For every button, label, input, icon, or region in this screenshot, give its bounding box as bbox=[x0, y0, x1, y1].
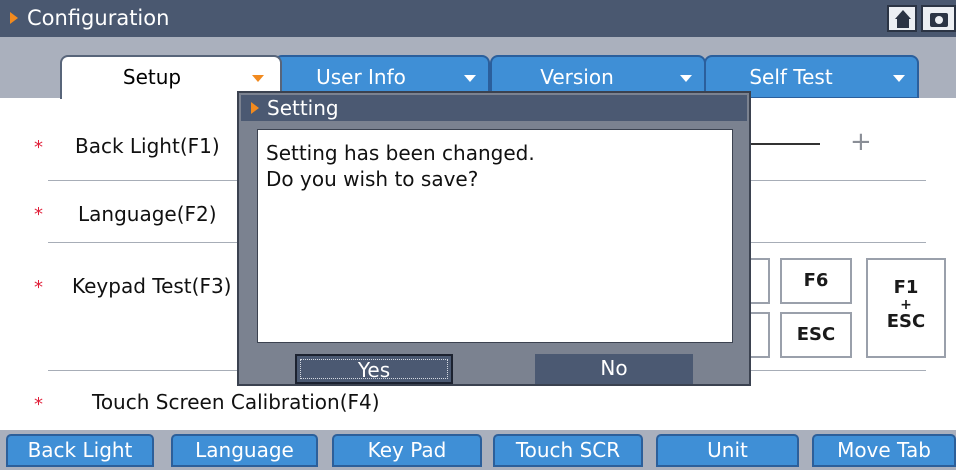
setting-label-language[interactable]: Language(F2) bbox=[78, 202, 217, 226]
key-f1-label: F1 bbox=[893, 277, 919, 298]
setting-label-backlight[interactable]: Back Light(F1) bbox=[75, 134, 220, 158]
dialog-message-line: Do you wish to save? bbox=[266, 167, 479, 191]
required-marker: * bbox=[34, 277, 43, 298]
window-title: Configuration bbox=[27, 6, 170, 30]
tab-label: Setup bbox=[122, 65, 182, 89]
title-arrow-icon bbox=[10, 12, 18, 24]
setting-label-keypad[interactable]: Keypad Test(F3) bbox=[72, 274, 231, 298]
required-marker: * bbox=[34, 137, 43, 158]
yes-button[interactable]: Yes bbox=[295, 354, 453, 384]
camera-icon bbox=[930, 13, 948, 27]
key-esc[interactable]: ESC bbox=[780, 312, 852, 358]
key-plus-label: + bbox=[900, 297, 912, 313]
language-button[interactable]: Language bbox=[171, 434, 318, 467]
dialog-title-bar: Setting bbox=[241, 95, 747, 121]
focus-ring bbox=[300, 359, 448, 379]
unit-button[interactable]: Unit bbox=[656, 434, 799, 467]
backlight-increase-button[interactable]: + bbox=[850, 127, 872, 157]
tab-label: Version bbox=[540, 65, 614, 89]
bottom-toolbar: Back Light Language Key Pad Touch SCR Un… bbox=[0, 430, 956, 470]
dialog-message: Setting has been changed. Do you wish to… bbox=[257, 129, 733, 343]
required-marker: * bbox=[34, 394, 43, 415]
no-button[interactable]: No bbox=[535, 354, 693, 384]
save-dialog: Setting Setting has been changed. Do you… bbox=[237, 91, 751, 386]
title-arrow-icon bbox=[251, 102, 259, 114]
keypad-button[interactable]: Key Pad bbox=[332, 434, 482, 467]
tab-label: Self Test bbox=[749, 65, 833, 89]
title-bar: Configuration bbox=[0, 0, 956, 37]
chevron-down-icon[interactable] bbox=[464, 75, 476, 82]
touch-scr-button[interactable]: Touch SCR bbox=[493, 434, 643, 467]
dialog-title: Setting bbox=[267, 96, 339, 120]
required-marker: * bbox=[34, 204, 43, 225]
chevron-down-icon[interactable] bbox=[893, 75, 905, 82]
home-icon bbox=[895, 10, 911, 28]
home-button[interactable] bbox=[887, 5, 917, 32]
setting-label-touchscreen[interactable]: Touch Screen Calibration(F4) bbox=[92, 390, 380, 414]
key-esc-label: ESC bbox=[886, 311, 926, 332]
move-tab-button[interactable]: Move Tab bbox=[812, 434, 956, 467]
dialog-message-line: Setting has been changed. bbox=[266, 141, 535, 165]
tab-label: User Info bbox=[316, 65, 406, 89]
chevron-down-icon[interactable] bbox=[680, 75, 692, 82]
backlight-slider-track[interactable] bbox=[740, 143, 820, 145]
chevron-down-icon[interactable] bbox=[252, 75, 264, 82]
key-f1-esc[interactable]: F1 + ESC bbox=[866, 258, 946, 358]
backlight-button[interactable]: Back Light bbox=[6, 434, 154, 467]
screenshot-button[interactable] bbox=[921, 5, 956, 32]
tab-strip: Setup User Info Version Self Test bbox=[0, 37, 956, 99]
key-f6[interactable]: F6 bbox=[780, 258, 852, 304]
